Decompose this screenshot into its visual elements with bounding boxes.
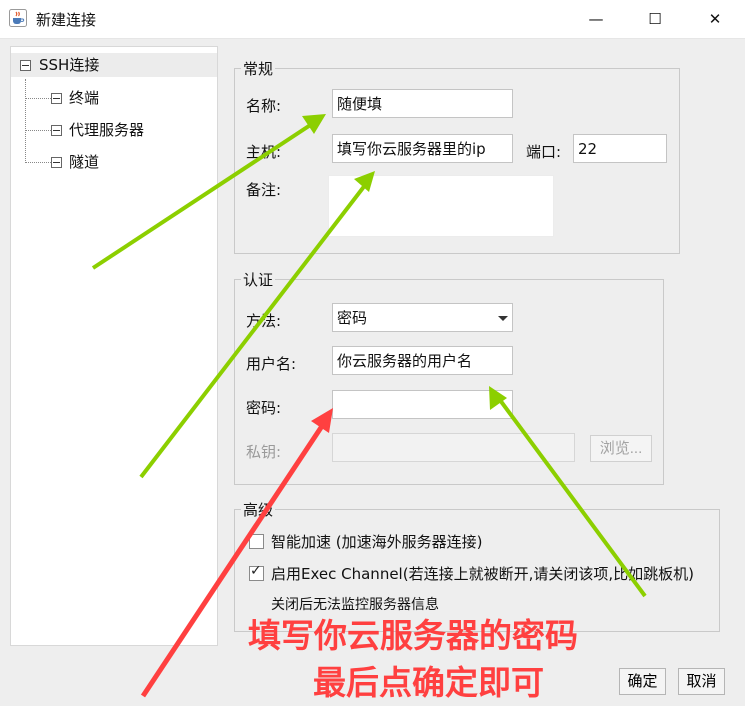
name-label: 名称: <box>246 97 282 115</box>
ok-button[interactable]: 确定 <box>619 668 666 695</box>
smart-accel-checkbox[interactable] <box>249 534 264 549</box>
note-textarea[interactable] <box>328 175 554 237</box>
collapse-icon <box>51 93 62 104</box>
window-title: 新建连接 <box>36 11 97 29</box>
tree-connector <box>26 130 51 131</box>
dropdown-arrow-icon <box>498 316 508 321</box>
collapse-icon <box>51 125 62 136</box>
method-select[interactable]: 密码 <box>332 303 513 332</box>
exec-channel-label: 启用Exec Channel(若连接上就被断开,请关闭该项,比如跳板机) <box>271 565 694 583</box>
tree-item-label: 终端 <box>69 89 100 107</box>
browse-button[interactable]: 浏览... <box>590 435 652 462</box>
java-cup-icon <box>9 9 27 27</box>
maximize-button[interactable]: ☐ <box>640 6 670 32</box>
tree-connector <box>26 162 51 163</box>
method-label: 方法: <box>246 312 282 330</box>
minimize-button[interactable]: — <box>581 6 611 32</box>
private-key-input[interactable] <box>332 433 575 462</box>
password-input[interactable] <box>332 390 513 419</box>
host-label: 主机: <box>246 143 282 161</box>
group-title: 认证 <box>243 271 274 289</box>
host-input[interactable] <box>332 134 513 163</box>
tree-item-label: SSH连接 <box>39 56 100 74</box>
port-label: 端口: <box>526 143 562 161</box>
group-title: 高级 <box>243 501 274 519</box>
group-title: 常规 <box>243 60 274 78</box>
tree-item-label: 隧道 <box>69 153 100 171</box>
note-label: 备注: <box>246 181 282 199</box>
tree-connector <box>26 98 51 99</box>
annotation-text-line1: 填写你云服务器的密码 <box>248 616 578 655</box>
title-bar: 新建连接 — ☐ ✕ <box>0 0 745 39</box>
password-label: 密码: <box>246 399 282 417</box>
tree-item-ssh[interactable]: SSH连接 <box>11 53 217 77</box>
method-value: 密码 <box>337 309 368 327</box>
settings-tree: SSH连接 终端 代理服务器 隧道 <box>10 46 218 646</box>
annotation-text-line2: 最后点确定即可 <box>313 663 544 702</box>
tree-connector <box>25 79 26 163</box>
username-label: 用户名: <box>246 355 297 373</box>
collapse-icon[interactable] <box>20 60 31 71</box>
collapse-icon <box>51 157 62 168</box>
tree-item-label: 代理服务器 <box>69 121 145 139</box>
private-key-label: 私钥: <box>246 443 282 461</box>
exec-channel-checkbox[interactable] <box>249 563 264 581</box>
close-button[interactable]: ✕ <box>700 6 730 32</box>
smart-accel-label: 智能加速 (加速海外服务器连接) <box>271 533 483 551</box>
port-input[interactable] <box>573 134 667 163</box>
username-input[interactable] <box>332 346 513 375</box>
name-input[interactable] <box>332 89 513 118</box>
cancel-button[interactable]: 取消 <box>678 668 725 695</box>
